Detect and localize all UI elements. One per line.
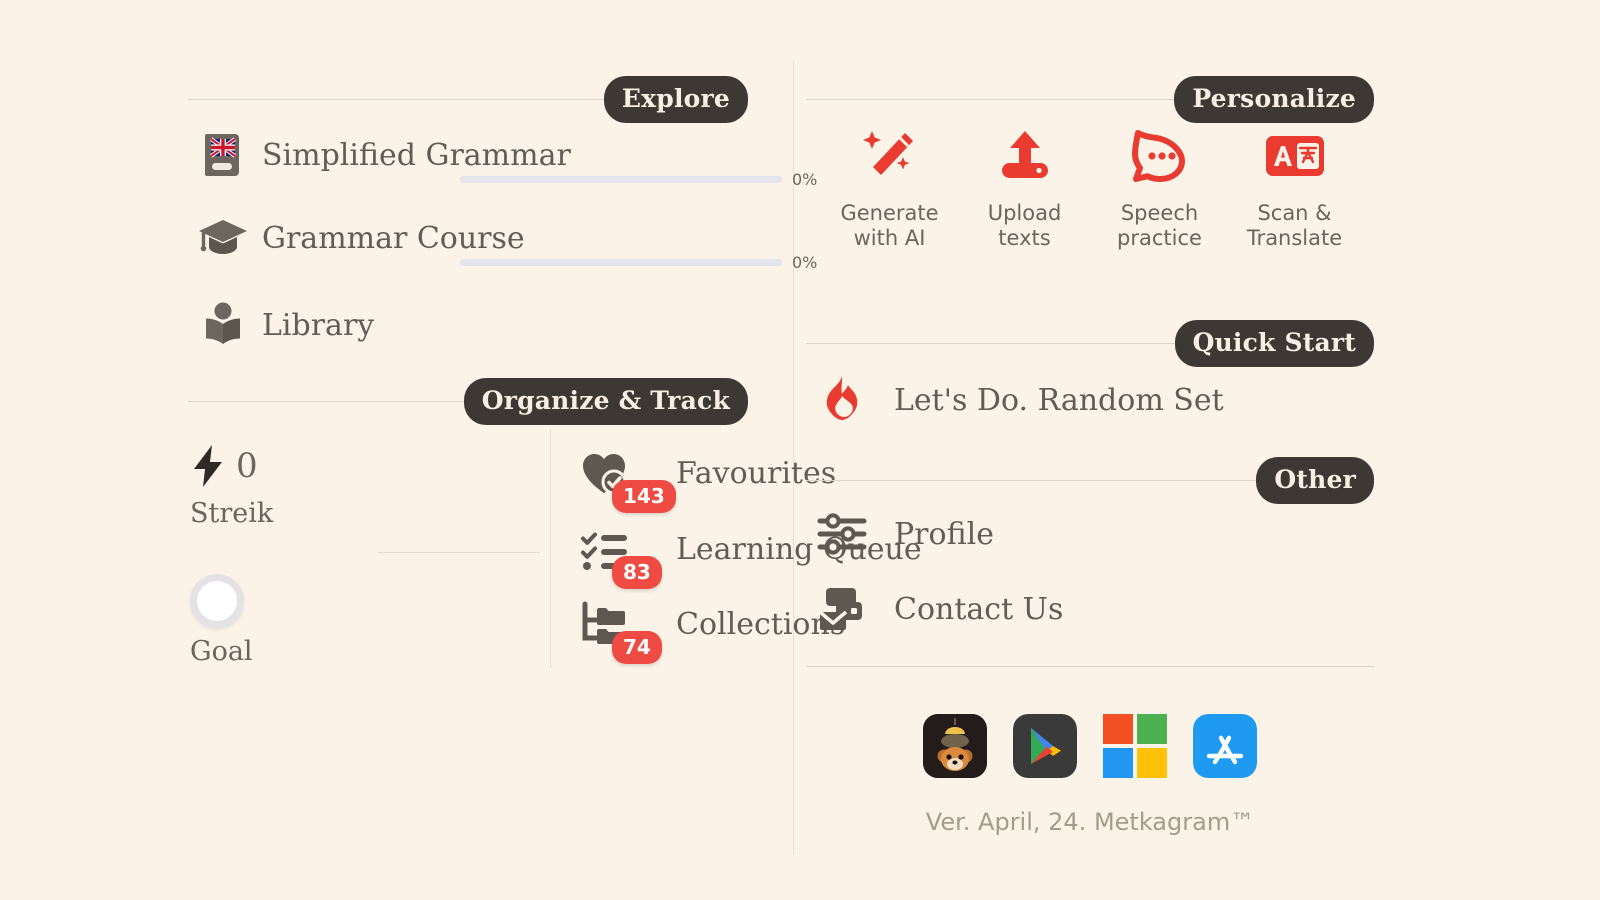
mail-cards-icon [812, 582, 872, 636]
badge-learning-queue: 83 [612, 556, 662, 589]
left-column: Explore Simplified Grammar 0% Grammar Co… [188, 0, 922, 900]
section-title-personalize: Personalize [1174, 76, 1374, 123]
metkagram-bear-app-icon[interactable] [923, 714, 987, 778]
section-rule [806, 343, 1175, 344]
personalize-label-line2: texts [998, 225, 1051, 250]
goal-ring-icon [190, 572, 356, 630]
book-uk-flag-icon [192, 126, 254, 184]
personalize-label-line1: Generate [840, 201, 939, 225]
section-rule [806, 99, 1175, 100]
section-title-organize: Organize & Track [463, 378, 748, 425]
personalize-item-label: Scan & Translate [1247, 201, 1342, 251]
other-item-label: Profile [894, 516, 994, 552]
magic-wand-sparkles-icon [859, 125, 921, 187]
stats-list-divider [550, 430, 551, 668]
explore-item-label: Grammar Course [262, 220, 525, 256]
badge-favourites: 143 [612, 480, 676, 513]
personalize-item-scan-translate[interactable]: Scan & Translate [1227, 125, 1362, 251]
flame-icon [812, 373, 872, 427]
section-header-explore: Explore [188, 76, 748, 123]
progress-track [460, 176, 782, 183]
apple-app-store-icon[interactable] [1193, 714, 1257, 778]
progress-simplified-grammar: 0% [460, 170, 817, 189]
personalize-item-label: Speech practice [1117, 201, 1202, 251]
section-header-quick-start: Quick Start [806, 320, 1374, 367]
explore-item-library[interactable]: Library [192, 296, 374, 354]
section-rule [188, 99, 604, 100]
personalize-item-label: Upload texts [988, 201, 1062, 251]
quick-start-item-random-set[interactable]: Let's Do. Random Set [812, 373, 1224, 427]
upload-arrow-icon [994, 125, 1056, 187]
streik-value: 0 [236, 446, 258, 486]
personalize-grid: Generate with AI Upload texts Speech pra… [822, 125, 1362, 251]
section-title-quick-start: Quick Start [1174, 320, 1374, 367]
lightning-bolt-icon [190, 443, 226, 489]
section-header-organize: Organize & Track [188, 378, 748, 425]
graduation-cap-icon [192, 209, 254, 267]
personalize-label-line1: Speech [1120, 201, 1199, 225]
explore-item-label: Simplified Grammar [262, 137, 571, 173]
version-text: Ver. April, 24. Metkagram™ [925, 808, 1255, 836]
translate-a-glyph-icon [1264, 125, 1326, 187]
other-item-label: Contact Us [894, 591, 1064, 627]
personalize-label-line1: Upload [987, 201, 1062, 225]
stats-separator [378, 552, 540, 553]
ms-square-yellow [1137, 748, 1167, 778]
section-header-personalize: Personalize [806, 76, 1374, 123]
library-person-book-icon [192, 296, 254, 354]
personalize-label-line2: Translate [1246, 225, 1343, 250]
progress-track [460, 259, 782, 266]
speech-bubble-dots-icon [1128, 125, 1192, 187]
stat-caption-streik: Streik [190, 498, 274, 529]
microsoft-store-icon[interactable] [1103, 714, 1167, 778]
stat-caption-goal: Goal [190, 636, 253, 667]
personalize-item-upload-texts[interactable]: Upload texts [957, 125, 1092, 251]
personalize-item-generate-with-ai[interactable]: Generate with AI [822, 125, 957, 251]
badge-collections: 74 [612, 631, 662, 664]
explore-item-label: Library [262, 307, 375, 343]
footer-divider [806, 666, 1374, 667]
personalize-label-line2: with AI [853, 225, 926, 250]
section-rule [188, 401, 464, 402]
microsoft-squares [1103, 714, 1167, 778]
ms-square-green [1137, 714, 1167, 744]
section-title-explore: Explore [603, 76, 748, 123]
app-root: Explore Simplified Grammar 0% Grammar Co… [0, 0, 1600, 900]
personalize-item-label: Generate with AI [840, 201, 938, 251]
personalize-label-line1: Scan & [1257, 201, 1332, 225]
section-header-other: Other [806, 457, 1374, 504]
sliders-icon [812, 508, 872, 560]
ms-square-red [1103, 714, 1133, 744]
other-item-profile[interactable]: Profile [812, 508, 994, 560]
section-title-other: Other [1256, 457, 1374, 504]
section-rule [806, 480, 1257, 481]
personalize-item-speech-practice[interactable]: Speech practice [1092, 125, 1227, 251]
quick-start-item-label: Let's Do. Random Set [894, 382, 1224, 418]
store-badges [806, 714, 1374, 778]
google-play-icon[interactable] [1013, 714, 1077, 778]
personalize-label-line2: practice [1117, 225, 1202, 250]
progress-grammar-course: 0% [460, 253, 817, 272]
other-item-contact-us[interactable]: Contact Us [812, 582, 1063, 636]
stat-streik[interactable]: 0 Streik [190, 440, 356, 529]
stat-goal[interactable]: Goal [190, 572, 356, 667]
ms-square-blue [1103, 748, 1133, 778]
